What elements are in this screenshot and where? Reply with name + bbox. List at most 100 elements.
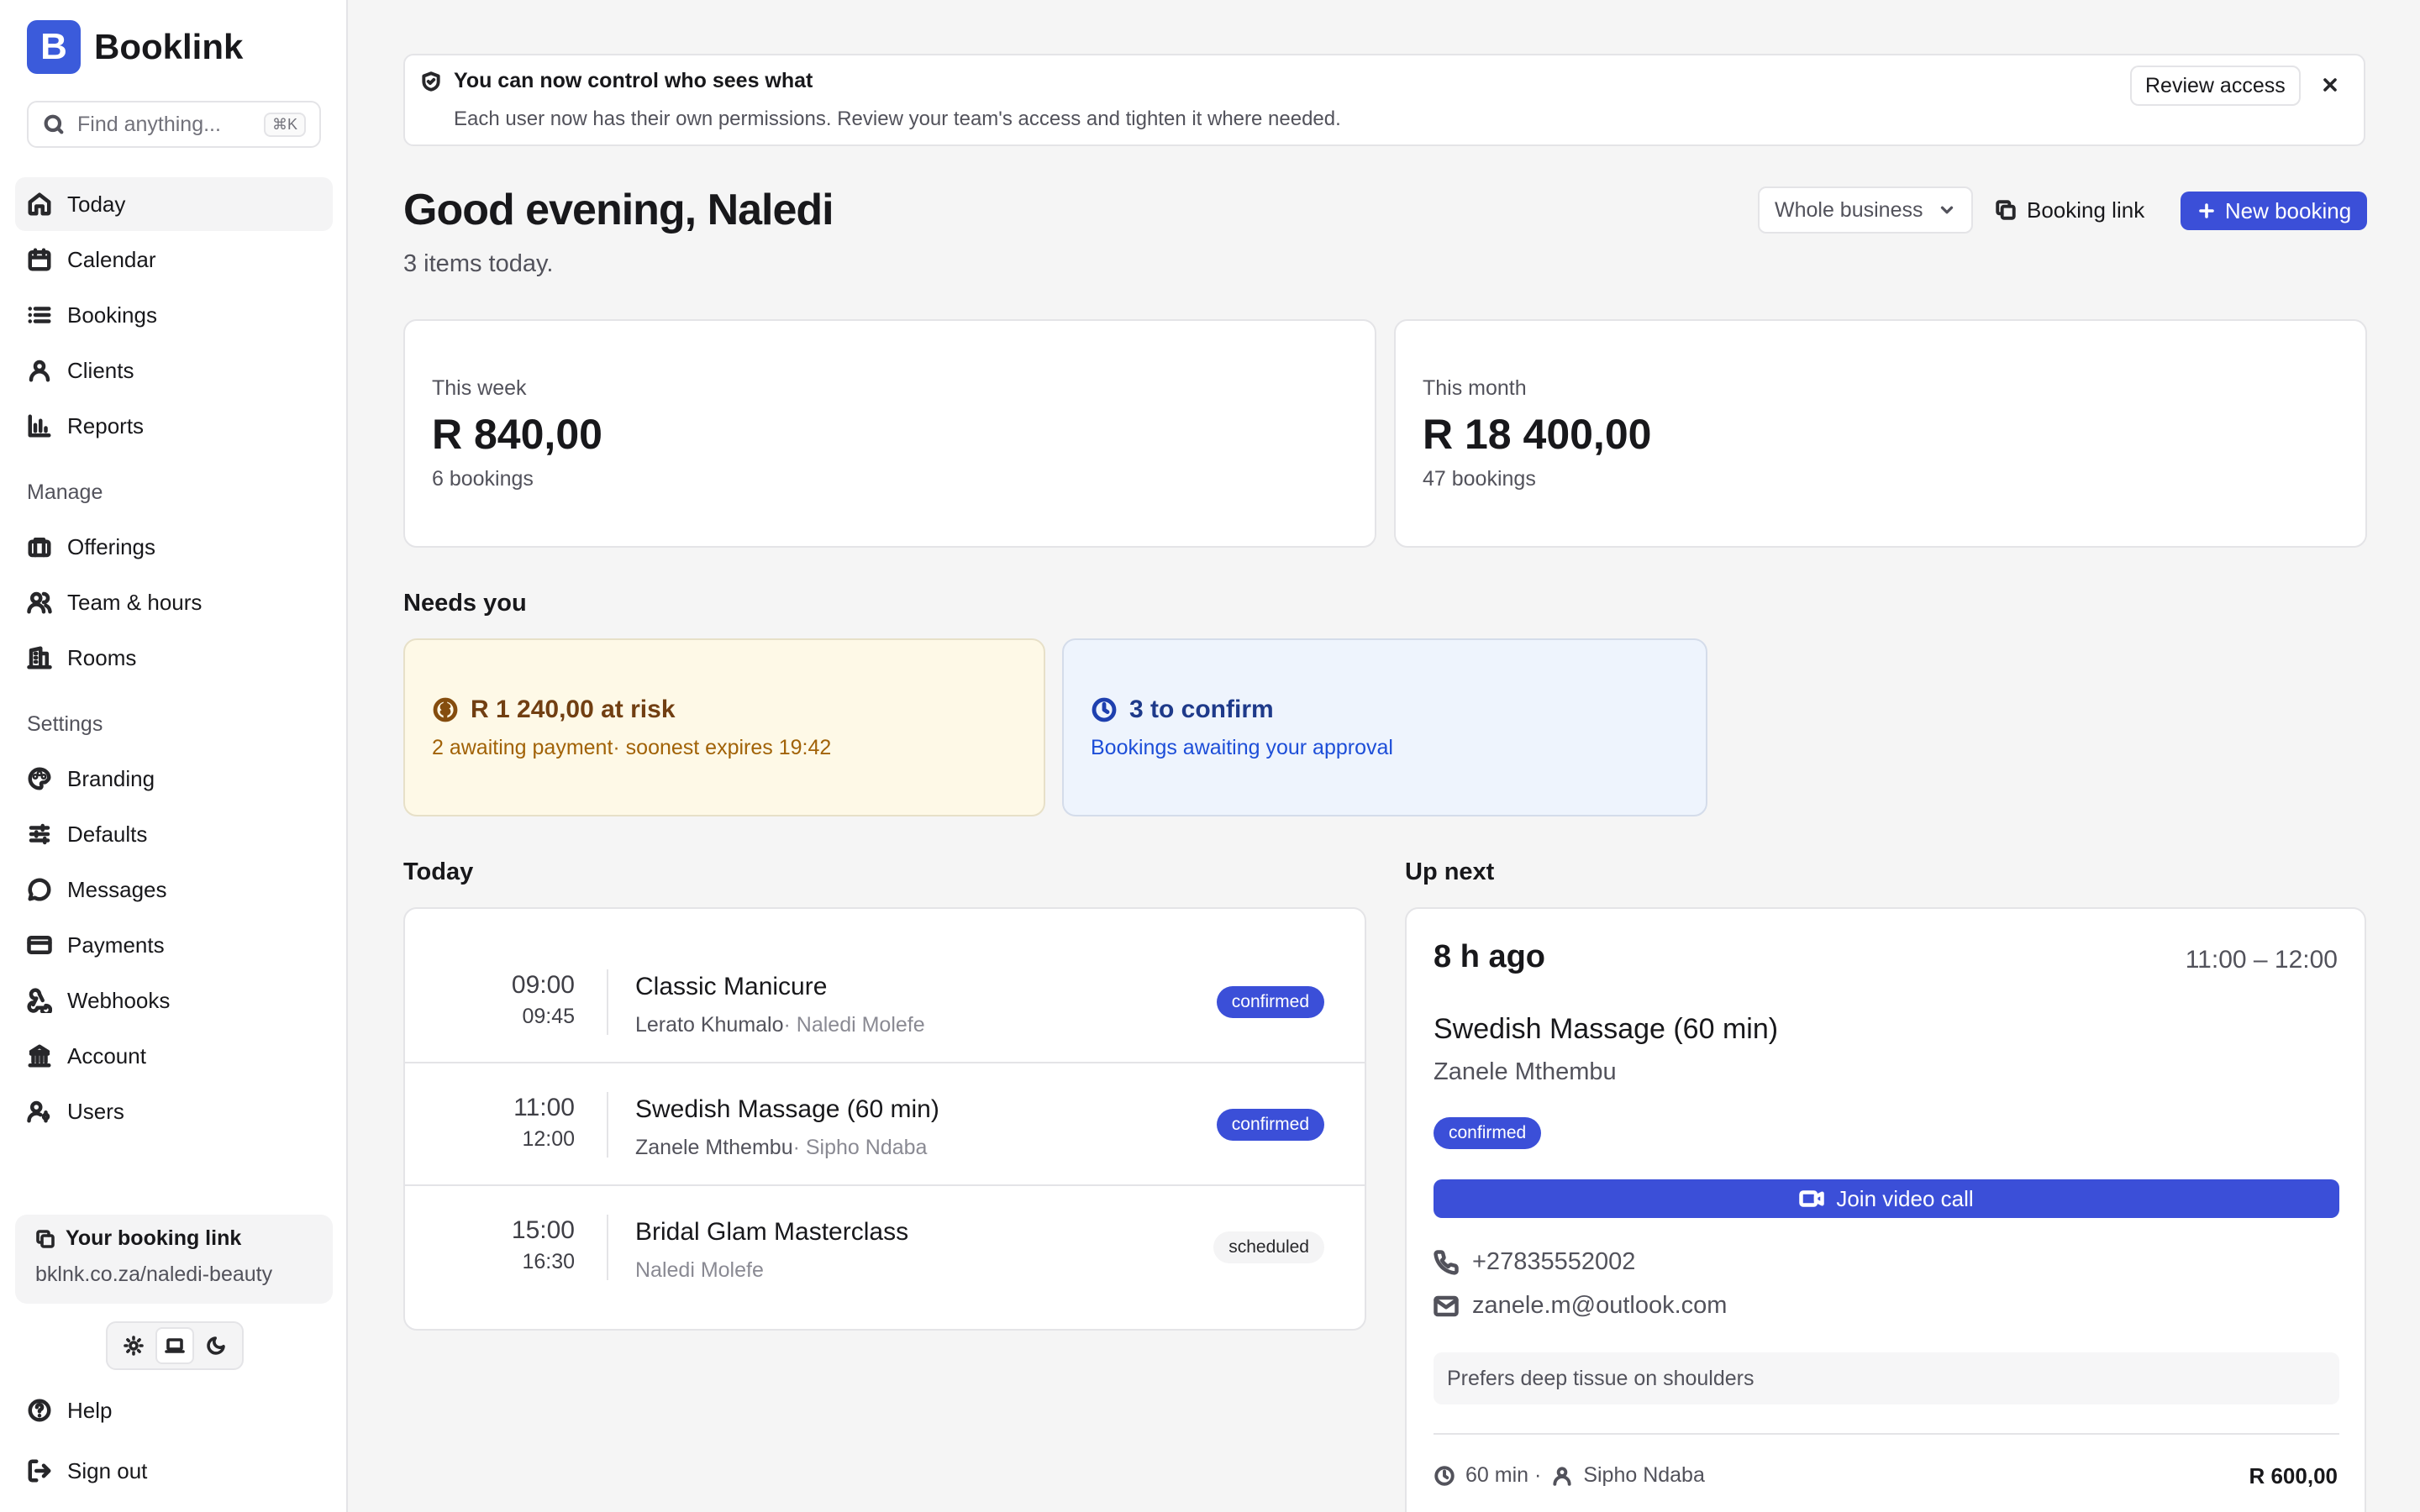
- calendar-icon: [28, 248, 51, 271]
- new-booking-button-label: New booking: [2224, 197, 2352, 223]
- list-item[interactable]: 15:00 16:30 Bridal Glam Masterclass Naled…: [405, 1186, 1365, 1309]
- sidebar-item-offerings[interactable]: Offerings: [15, 520, 333, 574]
- sun-icon: [123, 1336, 144, 1356]
- sidebar-item-webhooks[interactable]: Webhooks: [15, 974, 333, 1027]
- list-item[interactable]: 11:00 12:00 Swedish Massage (60 min) Zane…: [405, 1063, 1365, 1186]
- sidebar-item-label: Calendar: [67, 246, 156, 272]
- user-icon: [1553, 1466, 1571, 1486]
- booking-link-button[interactable]: Booking link: [1995, 186, 2144, 234]
- message-icon: [28, 878, 51, 901]
- help-label: Help: [67, 1397, 113, 1423]
- banner-text: Each user now has their own permissions.…: [454, 108, 1341, 130]
- booking-link-url: bklnk.co.za/naledi-beauty: [35, 1263, 273, 1286]
- sidebar-item-rooms[interactable]: Rooms: [15, 631, 333, 685]
- mail-icon: [1434, 1295, 1459, 1316]
- copy-icon: [1996, 200, 2016, 220]
- service-name: Swedish Massage (60 min): [1434, 1013, 1779, 1045]
- client-email[interactable]: zanele.m@outlook.com: [1434, 1292, 1727, 1320]
- alert-title: 3 to confirm: [1129, 696, 1274, 723]
- sidebar-item-label: Branding: [67, 765, 155, 791]
- brand[interactable]: B Booklink: [27, 20, 243, 74]
- theme-light-button[interactable]: [114, 1327, 153, 1364]
- booking-meta: 60 min · Sipho Ndaba: [1434, 1463, 1705, 1488]
- page-title: Good evening, Naledi: [403, 186, 834, 234]
- section-manage: Manage: [27, 480, 103, 504]
- scope-select-value: Whole business: [1775, 197, 1923, 222]
- sidebar-item-clients[interactable]: Clients: [15, 344, 333, 397]
- clock-icon: [1434, 1465, 1455, 1486]
- stat-label: This month: [1423, 376, 1527, 400]
- divider: [607, 969, 608, 1035]
- service-name: Swedish Massage (60 min): [635, 1095, 939, 1123]
- booking-link-card[interactable]: Your booking link bklnk.co.za/naledi-bea…: [15, 1215, 333, 1304]
- home-icon: [28, 192, 51, 216]
- sign-out-link[interactable]: Sign out: [15, 1444, 333, 1498]
- client-phone[interactable]: +27835552002: [1434, 1248, 1635, 1276]
- stat-count: 47 bookings: [1423, 467, 1536, 491]
- new-booking-button[interactable]: New booking: [2181, 192, 2367, 230]
- sidebar-item-team-hours[interactable]: Team & hours: [15, 575, 333, 629]
- sidebar-item-reports[interactable]: Reports: [15, 399, 333, 453]
- booking-price: R 600,00: [2249, 1463, 2338, 1488]
- join-video-call-button[interactable]: Join video call: [1434, 1179, 2339, 1218]
- help-link[interactable]: Help: [15, 1383, 333, 1437]
- email-address: zanele.m@outlook.com: [1472, 1292, 1728, 1319]
- search-icon: [44, 114, 64, 134]
- sidebar-item-label: Offerings: [67, 533, 156, 559]
- search-shortcut: ⌘K: [263, 112, 306, 137]
- sidebar-item-today[interactable]: Today: [15, 177, 333, 231]
- close-banner-button[interactable]: [2312, 67, 2348, 102]
- client-name: Lerato Khumalo: [635, 1013, 784, 1037]
- end-time: 09:45: [522, 1005, 575, 1028]
- user-key-icon: [27, 1100, 50, 1123]
- sidebar-item-defaults[interactable]: Defaults: [15, 807, 333, 861]
- scope-select[interactable]: Whole business: [1758, 186, 1973, 234]
- divider: [607, 1092, 608, 1158]
- brand-logo: B: [27, 20, 81, 74]
- sidebar-item-messages[interactable]: Messages: [15, 863, 333, 916]
- sidebar-item-label: Reports: [67, 412, 145, 438]
- announcement-banner: You can now control who sees what Each u…: [403, 54, 2365, 146]
- end-time: 16:30: [522, 1250, 575, 1273]
- plus-icon: [2199, 203, 2214, 218]
- alert-text: 2 awaiting payment· soonest expires 19:4…: [432, 736, 832, 759]
- credit-card-icon: [27, 936, 52, 954]
- sidebar-item-bookings[interactable]: Bookings: [15, 288, 333, 342]
- sidebar-item-label: Users: [67, 1098, 124, 1124]
- laptop-icon: [165, 1338, 185, 1353]
- sidebar-item-payments[interactable]: Payments: [15, 918, 333, 972]
- moon-icon: [207, 1336, 226, 1355]
- list-icon: [28, 307, 51, 323]
- payment-risk-alert[interactable]: R 1 240,00 at risk 2 awaiting payment· s…: [403, 638, 1045, 816]
- start-time: 15:00: [511, 1216, 575, 1244]
- stat-card-week: This week R 840,00 6 bookings: [403, 319, 1376, 548]
- sidebar-item-branding[interactable]: Branding: [15, 752, 333, 806]
- stat-value: R 840,00: [432, 411, 602, 458]
- confirm-alert[interactable]: 3 to confirm Bookings awaiting your appr…: [1062, 638, 1707, 816]
- sidebar-item-label: Defaults: [67, 821, 148, 847]
- stat-card-month: This month R 18 400,00 47 bookings: [1394, 319, 2367, 548]
- stat-value: R 18 400,00: [1423, 411, 1652, 458]
- sidebar-item-users[interactable]: Users: [15, 1084, 333, 1138]
- join-video-call-label: Join video call: [1836, 1185, 1974, 1211]
- sidebar-item-label: Bookings: [67, 302, 157, 328]
- palette-icon: [28, 767, 51, 790]
- theme-dark-button[interactable]: [197, 1327, 235, 1364]
- booking-link-title: Your booking link: [66, 1226, 242, 1250]
- sidebar-item-calendar[interactable]: Calendar: [15, 233, 333, 286]
- sidebar-item-label: Webhooks: [67, 987, 171, 1013]
- copy-icon: [36, 1229, 55, 1248]
- status-badge: confirmed: [1216, 1109, 1324, 1141]
- logout-icon: [28, 1459, 51, 1483]
- section-settings: Settings: [27, 712, 103, 736]
- sidebar-item-label: Team & hours: [67, 589, 203, 615]
- sidebar-item-account[interactable]: Account: [15, 1029, 333, 1083]
- list-item[interactable]: 09:00 09:45 Classic Manicure Lerato Khuma…: [405, 941, 1365, 1063]
- phone-icon: [1434, 1249, 1459, 1275]
- sidebar-item-label: Account: [67, 1042, 146, 1068]
- close-icon: [2323, 78, 2337, 92]
- search-input[interactable]: Find anything... ⌘K: [27, 101, 321, 148]
- sliders-icon: [29, 823, 50, 845]
- theme-system-button[interactable]: [155, 1327, 194, 1364]
- review-access-button[interactable]: Review access: [2130, 66, 2301, 106]
